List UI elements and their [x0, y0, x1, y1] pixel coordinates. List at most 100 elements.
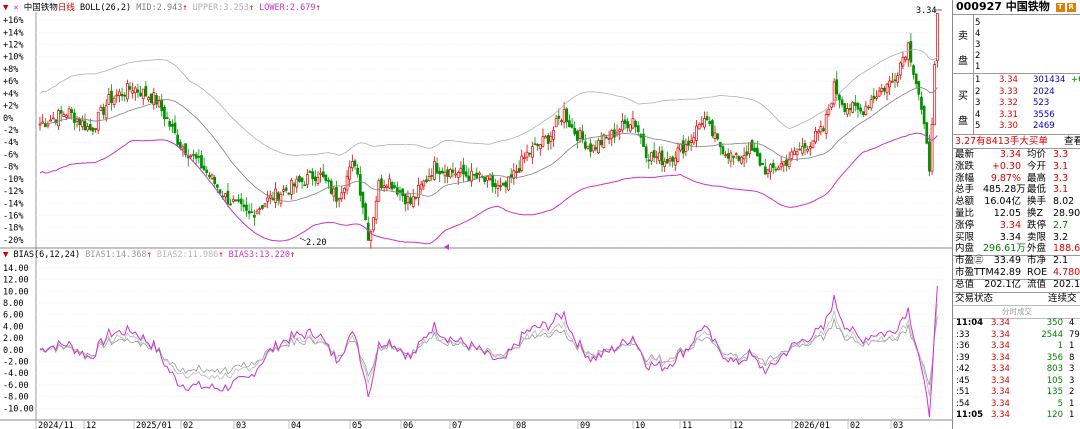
candle-body [930, 124, 934, 172]
candle-body [634, 120, 637, 128]
candle-body [425, 179, 428, 183]
candle-body [517, 168, 521, 173]
buy-level-row[interactable]: 2 3.33 2024 [975, 87, 1080, 98]
buy-level-row[interactable]: 5 3.30 2469 [975, 121, 1080, 132]
view-link[interactable]: 查看 [1064, 136, 1080, 148]
bias2-label: BIAS2: [156, 250, 188, 260]
bias-axis-label: 8.00 [3, 299, 23, 309]
level-volume: 3556 [1033, 109, 1055, 120]
candle-body [541, 136, 545, 147]
candle-body [337, 198, 341, 201]
quote-value: 202.1亿 [984, 278, 1021, 290]
candle-body [118, 91, 121, 96]
expand-icon[interactable]: ✕ [14, 3, 19, 13]
dropdown-arrow-icon[interactable]: ▼ [3, 250, 8, 260]
candle-body [734, 153, 738, 155]
quote-key: 市盈㊂ [955, 255, 984, 267]
candle-body [724, 154, 727, 157]
candle-body [528, 152, 532, 155]
bias-axis-label: -8.00 [3, 393, 29, 403]
tag-r-icon[interactable]: R [1066, 2, 1076, 12]
bias-axis-label: 0.00 [3, 346, 23, 356]
quote-key: 涨幅 [955, 172, 975, 184]
stock-name: 中国铁物 [1005, 0, 1050, 13]
candle-body [766, 169, 770, 175]
quote-key: 总额 [955, 196, 975, 208]
candle-body [255, 210, 259, 215]
candle-body [869, 99, 873, 109]
tag-t-icon[interactable]: T [1055, 2, 1065, 12]
candle-body [237, 199, 240, 202]
candle-body [808, 146, 812, 149]
quote-key: 总值 [955, 278, 975, 290]
candle-body [814, 130, 817, 143]
candle-body [591, 144, 595, 152]
candle-body [427, 176, 431, 182]
candle-body [398, 190, 402, 193]
tick-volume: 105 [1046, 375, 1063, 386]
candle-body [414, 197, 418, 199]
quote-key: 流值 [1027, 278, 1047, 290]
ticks-header[interactable]: 分时成交 [953, 305, 1080, 319]
tick-volume: 803 [1046, 364, 1063, 374]
level-change: +6 [1071, 75, 1080, 85]
candle-body [835, 79, 839, 95]
dropdown-arrow-icon[interactable]: ▼ [3, 3, 8, 13]
tick-count: 1 [1069, 410, 1075, 420]
candle-body [679, 143, 682, 151]
candle-body [176, 134, 179, 145]
tick-volume: 5 [1057, 398, 1063, 409]
chart-canvas[interactable]: +16% +14% +12% +10% +8% +6% +4% +2% 0% -2% -4% -6% -… [0, 0, 952, 429]
candle-body [716, 133, 719, 140]
kline-chart-area[interactable]: +16% +14% +12% +10% +8% +6% +4% +2% 0% -2% -4% -6% -… [0, 0, 952, 429]
candle-body [756, 147, 759, 157]
candle-body [509, 174, 513, 178]
candle-body [880, 88, 884, 92]
candle-body [433, 161, 436, 180]
candle-body [128, 86, 132, 90]
candle-body [697, 124, 701, 130]
sell-level-row[interactable]: 3 [975, 40, 980, 51]
candle-body [618, 129, 622, 133]
candle-body [155, 95, 158, 105]
bias1-value: 14.368 [115, 250, 147, 260]
candle-body [928, 141, 931, 172]
candle-body [131, 90, 134, 94]
candle-body [298, 175, 301, 182]
candle-body [861, 111, 865, 115]
bias-axis-label: 4.00 [3, 322, 23, 332]
current-pos-marker[interactable] [444, 244, 449, 250]
candle-body [441, 170, 444, 174]
tick-time: :54 [956, 398, 970, 409]
quote-key: 最低 [1027, 184, 1047, 196]
quote-key: 涨跌 [955, 160, 975, 172]
bias-axis-label: 2.00 [3, 334, 23, 344]
sell-level-row[interactable]: 5 [975, 18, 980, 29]
quote-value: 188.66 [1053, 243, 1080, 255]
candle-body [695, 125, 698, 141]
candle-body [578, 130, 582, 139]
price-axis-label: -10% [3, 175, 23, 185]
candle-body [774, 168, 778, 171]
sell-level-row[interactable]: 4 [975, 29, 980, 40]
level-number: 2 [975, 86, 981, 97]
sell-level-row[interactable]: 2 [975, 51, 980, 62]
big-order-bar[interactable]: 3.27有8413手大买单 查看 [953, 136, 1080, 149]
tick-volume: 135 [1046, 387, 1063, 397]
period-label[interactable]: 日线 [58, 3, 75, 13]
level-price: 3.30 [999, 121, 1018, 132]
quote-value: 12.05 [993, 208, 1021, 219]
candle-body [194, 154, 198, 159]
buy-level-row[interactable]: 3 3.32 523 [975, 98, 1080, 109]
quote-key: 今开 [1027, 160, 1047, 172]
tick-price: 3.34 [991, 375, 1010, 386]
candle-body [205, 169, 209, 173]
candle-body [763, 166, 767, 175]
buy-level-row[interactable]: 1 3.34 301434 +6 [975, 75, 1080, 86]
quote-key: 外盘 [1027, 243, 1047, 255]
buy-level-row[interactable]: 4 3.31 3556 [975, 110, 1080, 121]
sell-level-row[interactable]: 1 [975, 62, 980, 73]
stock-code: 000927 [956, 0, 1002, 13]
candle-body [737, 155, 741, 161]
candle-body [742, 154, 746, 160]
